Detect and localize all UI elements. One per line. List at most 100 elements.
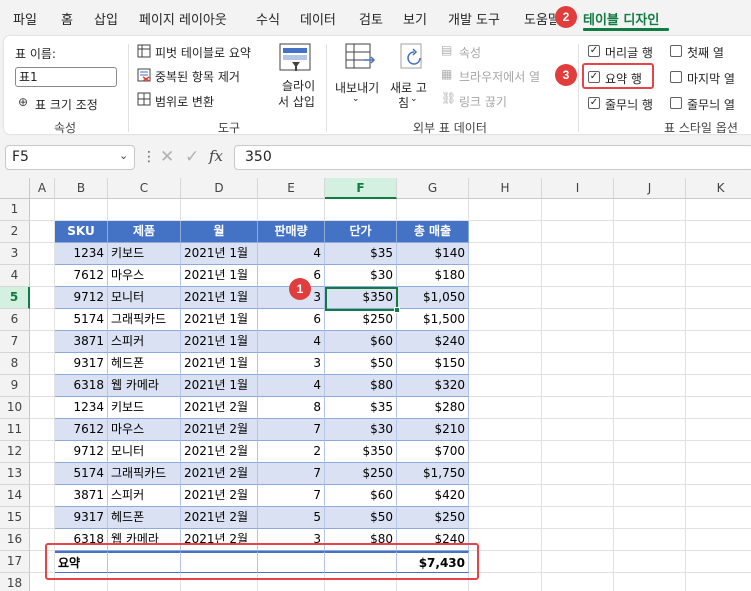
table-cell[interactable]: 2021년 1월 — [181, 243, 258, 265]
table-cell[interactable]: 4 — [258, 243, 325, 265]
column-header-j[interactable]: J — [614, 178, 686, 199]
table-cell[interactable]: 키보드 — [108, 397, 181, 419]
enter-icon[interactable]: ✓ — [185, 147, 199, 167]
convert-to-range-button[interactable]: 범위로 변환 — [155, 93, 214, 110]
table-cell[interactable]: 9712 — [55, 287, 108, 309]
table-cell[interactable]: 6 — [258, 309, 325, 331]
table-header-cell[interactable]: 제품 — [108, 221, 181, 243]
table-cell[interactable]: 2021년 1월 — [181, 287, 258, 309]
grid-cell[interactable] — [614, 375, 686, 397]
row-header-6[interactable]: 6 — [0, 309, 30, 331]
grid-cell[interactable] — [542, 199, 614, 221]
grid-cell[interactable] — [614, 463, 686, 485]
table-cell[interactable]: $30 — [325, 265, 397, 287]
grid-cell[interactable] — [542, 309, 614, 331]
table-cell[interactable]: 5174 — [55, 309, 108, 331]
table-cell[interactable]: $1,050 — [397, 287, 469, 309]
banded-columns-checkbox[interactable] — [670, 97, 682, 109]
grid-cell[interactable] — [614, 441, 686, 463]
grid-cell[interactable] — [469, 419, 542, 441]
table-cell[interactable]: 2021년 2월 — [181, 397, 258, 419]
table-cell[interactable]: 2021년 1월 — [181, 331, 258, 353]
tab-insert[interactable]: 삽입 — [94, 9, 118, 28]
column-header-d[interactable]: D — [181, 178, 258, 199]
grid-cell[interactable] — [469, 331, 542, 353]
table-cell[interactable]: 7612 — [55, 265, 108, 287]
grid-cell[interactable] — [686, 353, 751, 375]
grid-cell[interactable] — [614, 507, 686, 529]
grid-cell[interactable] — [325, 199, 397, 221]
grid-cell[interactable] — [614, 287, 686, 309]
grid-cell[interactable] — [542, 331, 614, 353]
grid-cell[interactable] — [542, 485, 614, 507]
grid-cell[interactable] — [686, 287, 751, 309]
grid-cell[interactable] — [614, 573, 686, 591]
grid-cell[interactable] — [614, 243, 686, 265]
cancel-icon[interactable]: ✕ — [160, 147, 174, 167]
grid-cell[interactable] — [30, 375, 55, 397]
grid-cell[interactable] — [469, 265, 542, 287]
grid-cell[interactable] — [542, 353, 614, 375]
grid-cell[interactable] — [469, 243, 542, 265]
table-cell[interactable]: 2 — [258, 441, 325, 463]
table-header-cell[interactable]: 판매량 — [258, 221, 325, 243]
slicer-label-2[interactable]: 서 삽입 — [278, 93, 315, 110]
properties-button[interactable]: 속성 — [459, 44, 481, 61]
grid-cell[interactable] — [686, 397, 751, 419]
tab-data[interactable]: 데이터 — [300, 9, 336, 28]
table-cell[interactable]: 7 — [258, 463, 325, 485]
table-cell[interactable]: 웹 카메라 — [108, 375, 181, 397]
table-cell[interactable]: $50 — [325, 507, 397, 529]
grid-cell[interactable] — [397, 199, 469, 221]
grid-cell[interactable] — [686, 243, 751, 265]
grid-cell[interactable] — [30, 309, 55, 331]
row-header-8[interactable]: 8 — [0, 353, 30, 375]
row-header-18[interactable]: 18 — [0, 573, 30, 591]
remove-duplicates-button[interactable]: 중복된 항목 제거 — [155, 68, 240, 85]
table-name-input[interactable]: 표1 — [15, 67, 117, 87]
grid-cell[interactable] — [469, 397, 542, 419]
grid-cell[interactable] — [469, 221, 542, 243]
grid-cell[interactable] — [686, 551, 751, 573]
grid-cell[interactable] — [55, 199, 108, 221]
refresh-label-2[interactable]: 침 — [398, 94, 409, 111]
table-cell[interactable]: 2021년 2월 — [181, 507, 258, 529]
table-cell[interactable]: 7612 — [55, 419, 108, 441]
column-header-i[interactable]: I — [542, 178, 614, 199]
table-cell[interactable]: 6318 — [55, 375, 108, 397]
table-cell[interactable]: $35 — [325, 243, 397, 265]
table-cell[interactable]: 그래픽카드 — [108, 309, 181, 331]
table-cell[interactable]: 헤드폰 — [108, 507, 181, 529]
insert-function-icon[interactable]: fx — [209, 147, 223, 165]
table-cell[interactable]: 2021년 2월 — [181, 485, 258, 507]
grid-cell[interactable] — [542, 551, 614, 573]
grid-cell[interactable] — [614, 331, 686, 353]
table-header-cell[interactable]: 월 — [181, 221, 258, 243]
grid-cell[interactable] — [469, 463, 542, 485]
grid-cell[interactable] — [469, 353, 542, 375]
grid-cell[interactable] — [542, 221, 614, 243]
open-in-browser-button[interactable]: 브라우저에서 열 — [459, 68, 551, 85]
table-cell[interactable]: $280 — [397, 397, 469, 419]
table-cell[interactable]: 2021년 2월 — [181, 441, 258, 463]
table-cell[interactable]: $250 — [325, 463, 397, 485]
banded-rows-checkbox[interactable]: ✓ — [588, 97, 600, 109]
table-cell[interactable]: 마우스 — [108, 419, 181, 441]
grid-cell[interactable] — [30, 419, 55, 441]
row-header-5[interactable]: 5 — [0, 287, 30, 309]
row-header-2[interactable]: 2 — [0, 221, 30, 243]
more-options-icon[interactable]: ⋮ — [142, 149, 156, 165]
column-header-f[interactable]: F — [325, 178, 397, 199]
table-cell[interactable]: $30 — [325, 419, 397, 441]
row-header-1[interactable]: 1 — [0, 199, 30, 221]
table-cell[interactable]: 4 — [258, 375, 325, 397]
grid-cell[interactable] — [614, 265, 686, 287]
row-header-17[interactable]: 17 — [0, 551, 30, 573]
row-header-7[interactable]: 7 — [0, 331, 30, 353]
table-header-cell[interactable]: SKU — [55, 221, 108, 243]
grid-cell[interactable] — [542, 287, 614, 309]
tab-view[interactable]: 보기 — [403, 9, 427, 28]
grid-cell[interactable] — [542, 529, 614, 551]
row-header-11[interactable]: 11 — [0, 419, 30, 441]
grid-cell[interactable] — [542, 375, 614, 397]
